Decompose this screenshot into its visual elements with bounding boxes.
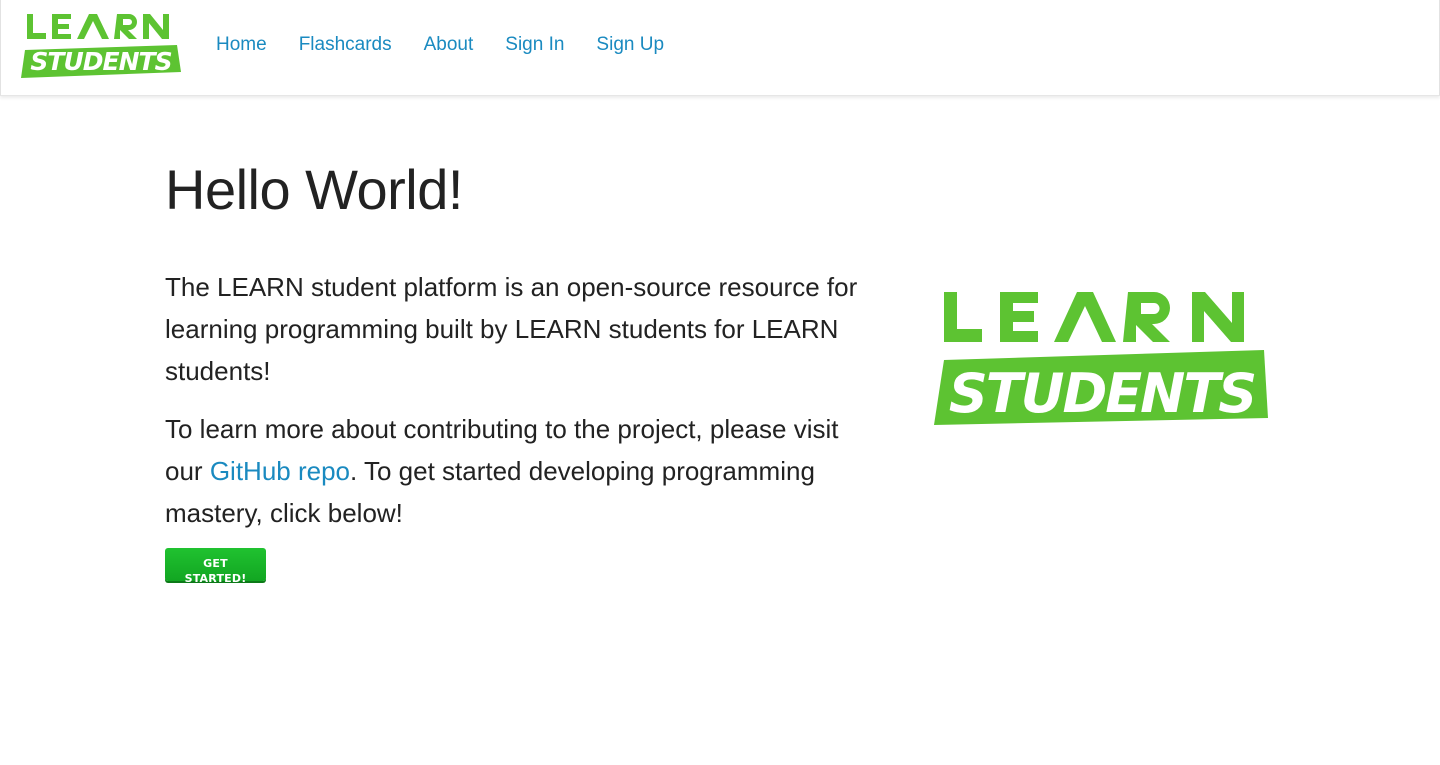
intro-paragraph: The LEARN student platform is an open-so… xyxy=(165,272,858,386)
nav-sign-up[interactable]: Sign Up xyxy=(596,33,664,57)
nav-sign-in[interactable]: Sign In xyxy=(505,33,564,57)
contribute-paragraph: To learn more about contributing to the … xyxy=(165,408,865,534)
nav-flashcards[interactable]: Flashcards xyxy=(299,33,392,57)
main-content: Hello World! The LEARN student platform … xyxy=(165,150,1285,587)
svg-text:STUDENTS: STUDENTS xyxy=(30,47,171,76)
learn-students-logo-icon: STUDENTS xyxy=(21,14,181,78)
intro-text: The LEARN student platform is an open-so… xyxy=(165,266,865,587)
brand-logo[interactable]: STUDENTS xyxy=(19,12,183,80)
top-navbar: STUDENTS Home Flashcards About Sign In S… xyxy=(0,0,1440,96)
nav-home[interactable]: Home xyxy=(216,33,267,57)
main-nav: Home Flashcards About Sign In Sign Up xyxy=(216,33,696,57)
page-title: Hello World! xyxy=(165,158,463,221)
hero-learn-students-logo-icon: STUDENTS xyxy=(934,292,1268,425)
svg-text:STUDENTS: STUDENTS xyxy=(949,362,1255,425)
nav-about[interactable]: About xyxy=(424,33,474,57)
github-repo-link[interactable]: GitHub repo xyxy=(210,456,350,486)
get-started-button[interactable]: GET STARTED! xyxy=(165,548,266,585)
